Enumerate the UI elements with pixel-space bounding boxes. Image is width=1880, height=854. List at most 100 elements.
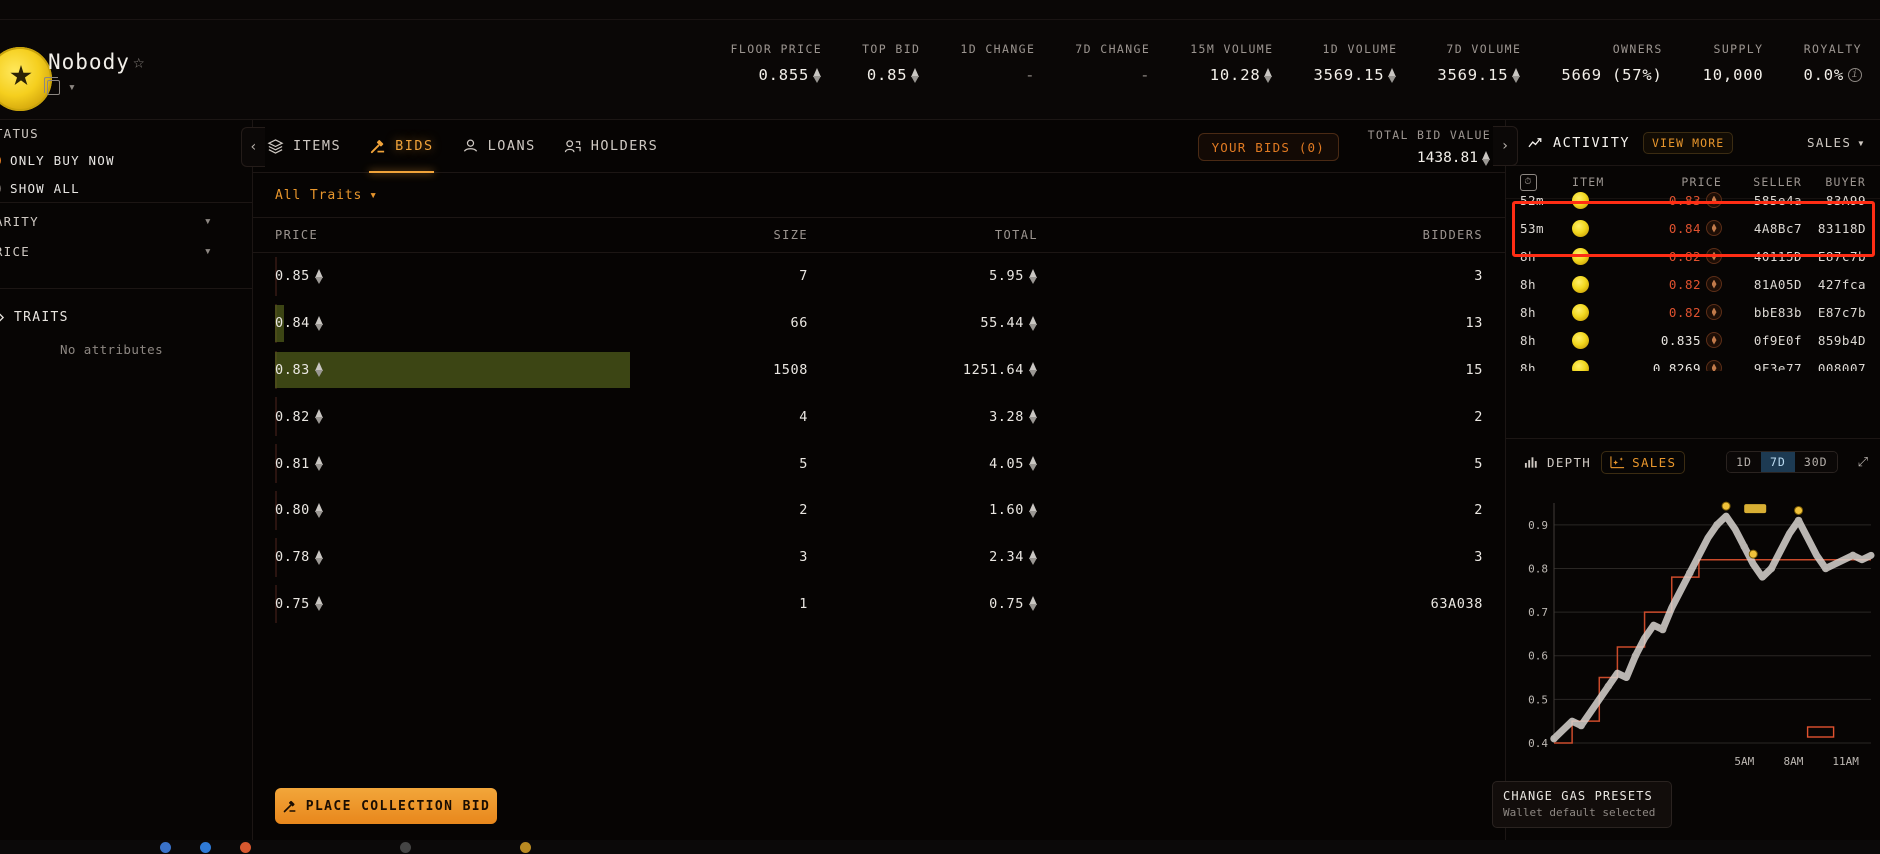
activity-item[interactable]	[1572, 304, 1644, 321]
stat-7d-volume: 7D VOLUME3569.15	[1397, 42, 1521, 84]
activity-tab[interactable]: ACTIVITY	[1528, 135, 1630, 151]
taskbar-app-icon[interactable]	[520, 842, 531, 853]
eth-icon	[315, 409, 324, 424]
activity-row[interactable]: 8h0.8240115DE87c7b	[1506, 242, 1880, 270]
filter-only-buy-now[interactable]: ONLY BUY NOW	[0, 153, 115, 168]
activity-buyer[interactable]: 83118D	[1802, 221, 1866, 236]
tab-holders[interactable]: HOLDERS	[550, 120, 672, 173]
taskbar-app-icon[interactable]	[240, 842, 251, 853]
cell-size: 2	[583, 502, 808, 518]
expand-panel-button[interactable]: ›	[1493, 126, 1518, 166]
activity-filter-dropdown[interactable]: SALES ▾	[1807, 135, 1866, 150]
activity-seller[interactable]: 585e4a	[1722, 193, 1802, 208]
activity-item[interactable]	[1572, 276, 1644, 293]
activity-buyer[interactable]: E87c7b	[1802, 305, 1866, 320]
cell-total: 1251.64	[808, 362, 1038, 378]
nft-thumbnail[interactable]	[1572, 220, 1589, 237]
traits-icon	[0, 310, 5, 325]
tab-bids[interactable]: BIDS	[355, 120, 448, 173]
chevron-down-icon[interactable]: ▾	[369, 188, 378, 203]
table-row[interactable]: 0.8315081251.6415	[253, 347, 1505, 394]
activity-seller[interactable]: bbE83b	[1722, 305, 1802, 320]
filter-show-all[interactable]: SHOW ALL	[0, 181, 80, 196]
activity-seller[interactable]: 9F3e77	[1722, 361, 1802, 372]
table-row[interactable]: 0.8575.953	[253, 253, 1505, 300]
filter-accordion-price[interactable]: PRICE ▾	[0, 244, 239, 259]
activity-row[interactable]: 53m0.844A8Bc783118D	[1506, 214, 1880, 242]
activity-list[interactable]: 52m0.83585e4a83A9953m0.844A8Bc783118D8h0…	[1506, 186, 1880, 371]
chevron-down-icon[interactable]: ▾	[204, 214, 213, 229]
nft-thumbnail[interactable]	[1572, 304, 1589, 321]
eth-icon	[315, 269, 324, 284]
table-row[interactable]: 0.8021.602	[253, 487, 1505, 534]
activity-seller[interactable]: 81A05D	[1722, 277, 1802, 292]
activity-buyer[interactable]: E87c7b	[1802, 249, 1866, 264]
activity-item[interactable]	[1572, 332, 1644, 349]
star-icon[interactable]: ☆	[133, 51, 144, 73]
expand-icon[interactable]: ⤢	[1858, 455, 1868, 470]
chevron-down-icon[interactable]: ▾	[68, 80, 76, 95]
nft-thumbnail[interactable]	[1572, 360, 1589, 372]
chart-range-7d[interactable]: 7D	[1761, 452, 1795, 472]
all-traits-dropdown[interactable]: All Traits ▾	[275, 188, 378, 203]
nft-thumbnail[interactable]	[1572, 332, 1589, 349]
activity-row[interactable]: 8h0.82699F3e77008007	[1506, 354, 1880, 371]
activity-row[interactable]: 8h0.82bbE83bE87c7b	[1506, 298, 1880, 326]
table-row[interactable]: 0.8243.282	[253, 393, 1505, 440]
chart-toolbar: DEPTH SALES 1D 7D 30D ⤢	[1506, 439, 1880, 485]
radio-icon[interactable]	[0, 154, 1, 167]
info-icon[interactable]: i	[1848, 68, 1862, 82]
taskbar-app-icon[interactable]	[200, 842, 211, 853]
activity-item[interactable]	[1572, 360, 1644, 372]
activity-row[interactable]: 52m0.83585e4a83A99	[1506, 186, 1880, 214]
column-header-total[interactable]: TOTAL	[808, 228, 1038, 242]
column-header-size[interactable]: SIZE	[583, 228, 808, 242]
contract-copy-row[interactable]: ▾	[47, 80, 76, 95]
activity-row[interactable]: 8h0.8281A05D427fca	[1506, 270, 1880, 298]
filter-accordion-rarity[interactable]: RARITY ▾	[0, 214, 239, 229]
chart-tab-depth[interactable]: DEPTH	[1524, 455, 1591, 470]
chart-range-1d[interactable]: 1D	[1727, 452, 1761, 472]
your-bids-button[interactable]: YOUR BIDS (0)	[1198, 133, 1339, 161]
activity-item[interactable]	[1572, 192, 1644, 209]
table-row[interactable]: 0.846655.4413	[253, 300, 1505, 347]
activity-time: 8h	[1520, 277, 1572, 292]
activity-row[interactable]: 8h0.8350f9E0f859b4D	[1506, 326, 1880, 354]
table-row[interactable]: 0.8154.055	[253, 440, 1505, 487]
chevron-down-icon[interactable]: ▾	[204, 244, 213, 259]
gas-presets-tooltip[interactable]: CHANGE GAS PRESETS Wallet default select…	[1492, 781, 1672, 828]
column-header-bidders[interactable]: BIDDERS	[1038, 228, 1505, 242]
place-collection-bid-button[interactable]: PLACE COLLECTION BID	[275, 788, 497, 824]
activity-buyer[interactable]: 427fca	[1802, 277, 1866, 292]
cell-total-value: 1251.64	[963, 362, 1024, 378]
taskbar-app-icon[interactable]	[400, 842, 411, 853]
view-more-button[interactable]: VIEW MORE	[1643, 132, 1733, 154]
nft-thumbnail[interactable]	[1572, 276, 1589, 293]
table-row[interactable]: 0.7510.7563A038	[253, 581, 1505, 628]
nft-thumbnail[interactable]	[1572, 192, 1589, 209]
sales-chart[interactable]: 0.90.80.70.60.50.45AM8AM11AM CHANGE GAS …	[1506, 485, 1880, 854]
activity-seller[interactable]: 40115D	[1722, 249, 1802, 264]
eth-icon	[1706, 332, 1722, 348]
column-header-price[interactable]: PRICE	[253, 228, 583, 242]
activity-seller[interactable]: 0f9E0f	[1722, 333, 1802, 348]
cell-price: 0.80	[253, 502, 583, 518]
radio-icon[interactable]	[0, 182, 1, 195]
activity-item[interactable]	[1572, 248, 1644, 265]
chart-range-30d[interactable]: 30D	[1795, 452, 1837, 472]
chevron-down-icon[interactable]: ▾	[1857, 135, 1866, 150]
cell-bidders: 63A038	[1038, 596, 1505, 612]
eth-icon	[1029, 409, 1038, 424]
copy-icon[interactable]	[47, 80, 60, 95]
table-row[interactable]: 0.7832.343	[253, 534, 1505, 581]
tab-items[interactable]: ITEMS	[253, 120, 355, 173]
tab-loans[interactable]: LOANS	[448, 120, 550, 173]
activity-buyer[interactable]: 83A99	[1802, 193, 1866, 208]
chart-tab-sales[interactable]: SALES	[1601, 451, 1685, 474]
activity-item[interactable]	[1572, 220, 1644, 237]
activity-buyer[interactable]: 008007	[1802, 361, 1866, 372]
activity-buyer[interactable]: 859b4D	[1802, 333, 1866, 348]
taskbar-app-icon[interactable]	[160, 842, 171, 853]
nft-thumbnail[interactable]	[1572, 248, 1589, 265]
activity-seller[interactable]: 4A8Bc7	[1722, 221, 1802, 236]
